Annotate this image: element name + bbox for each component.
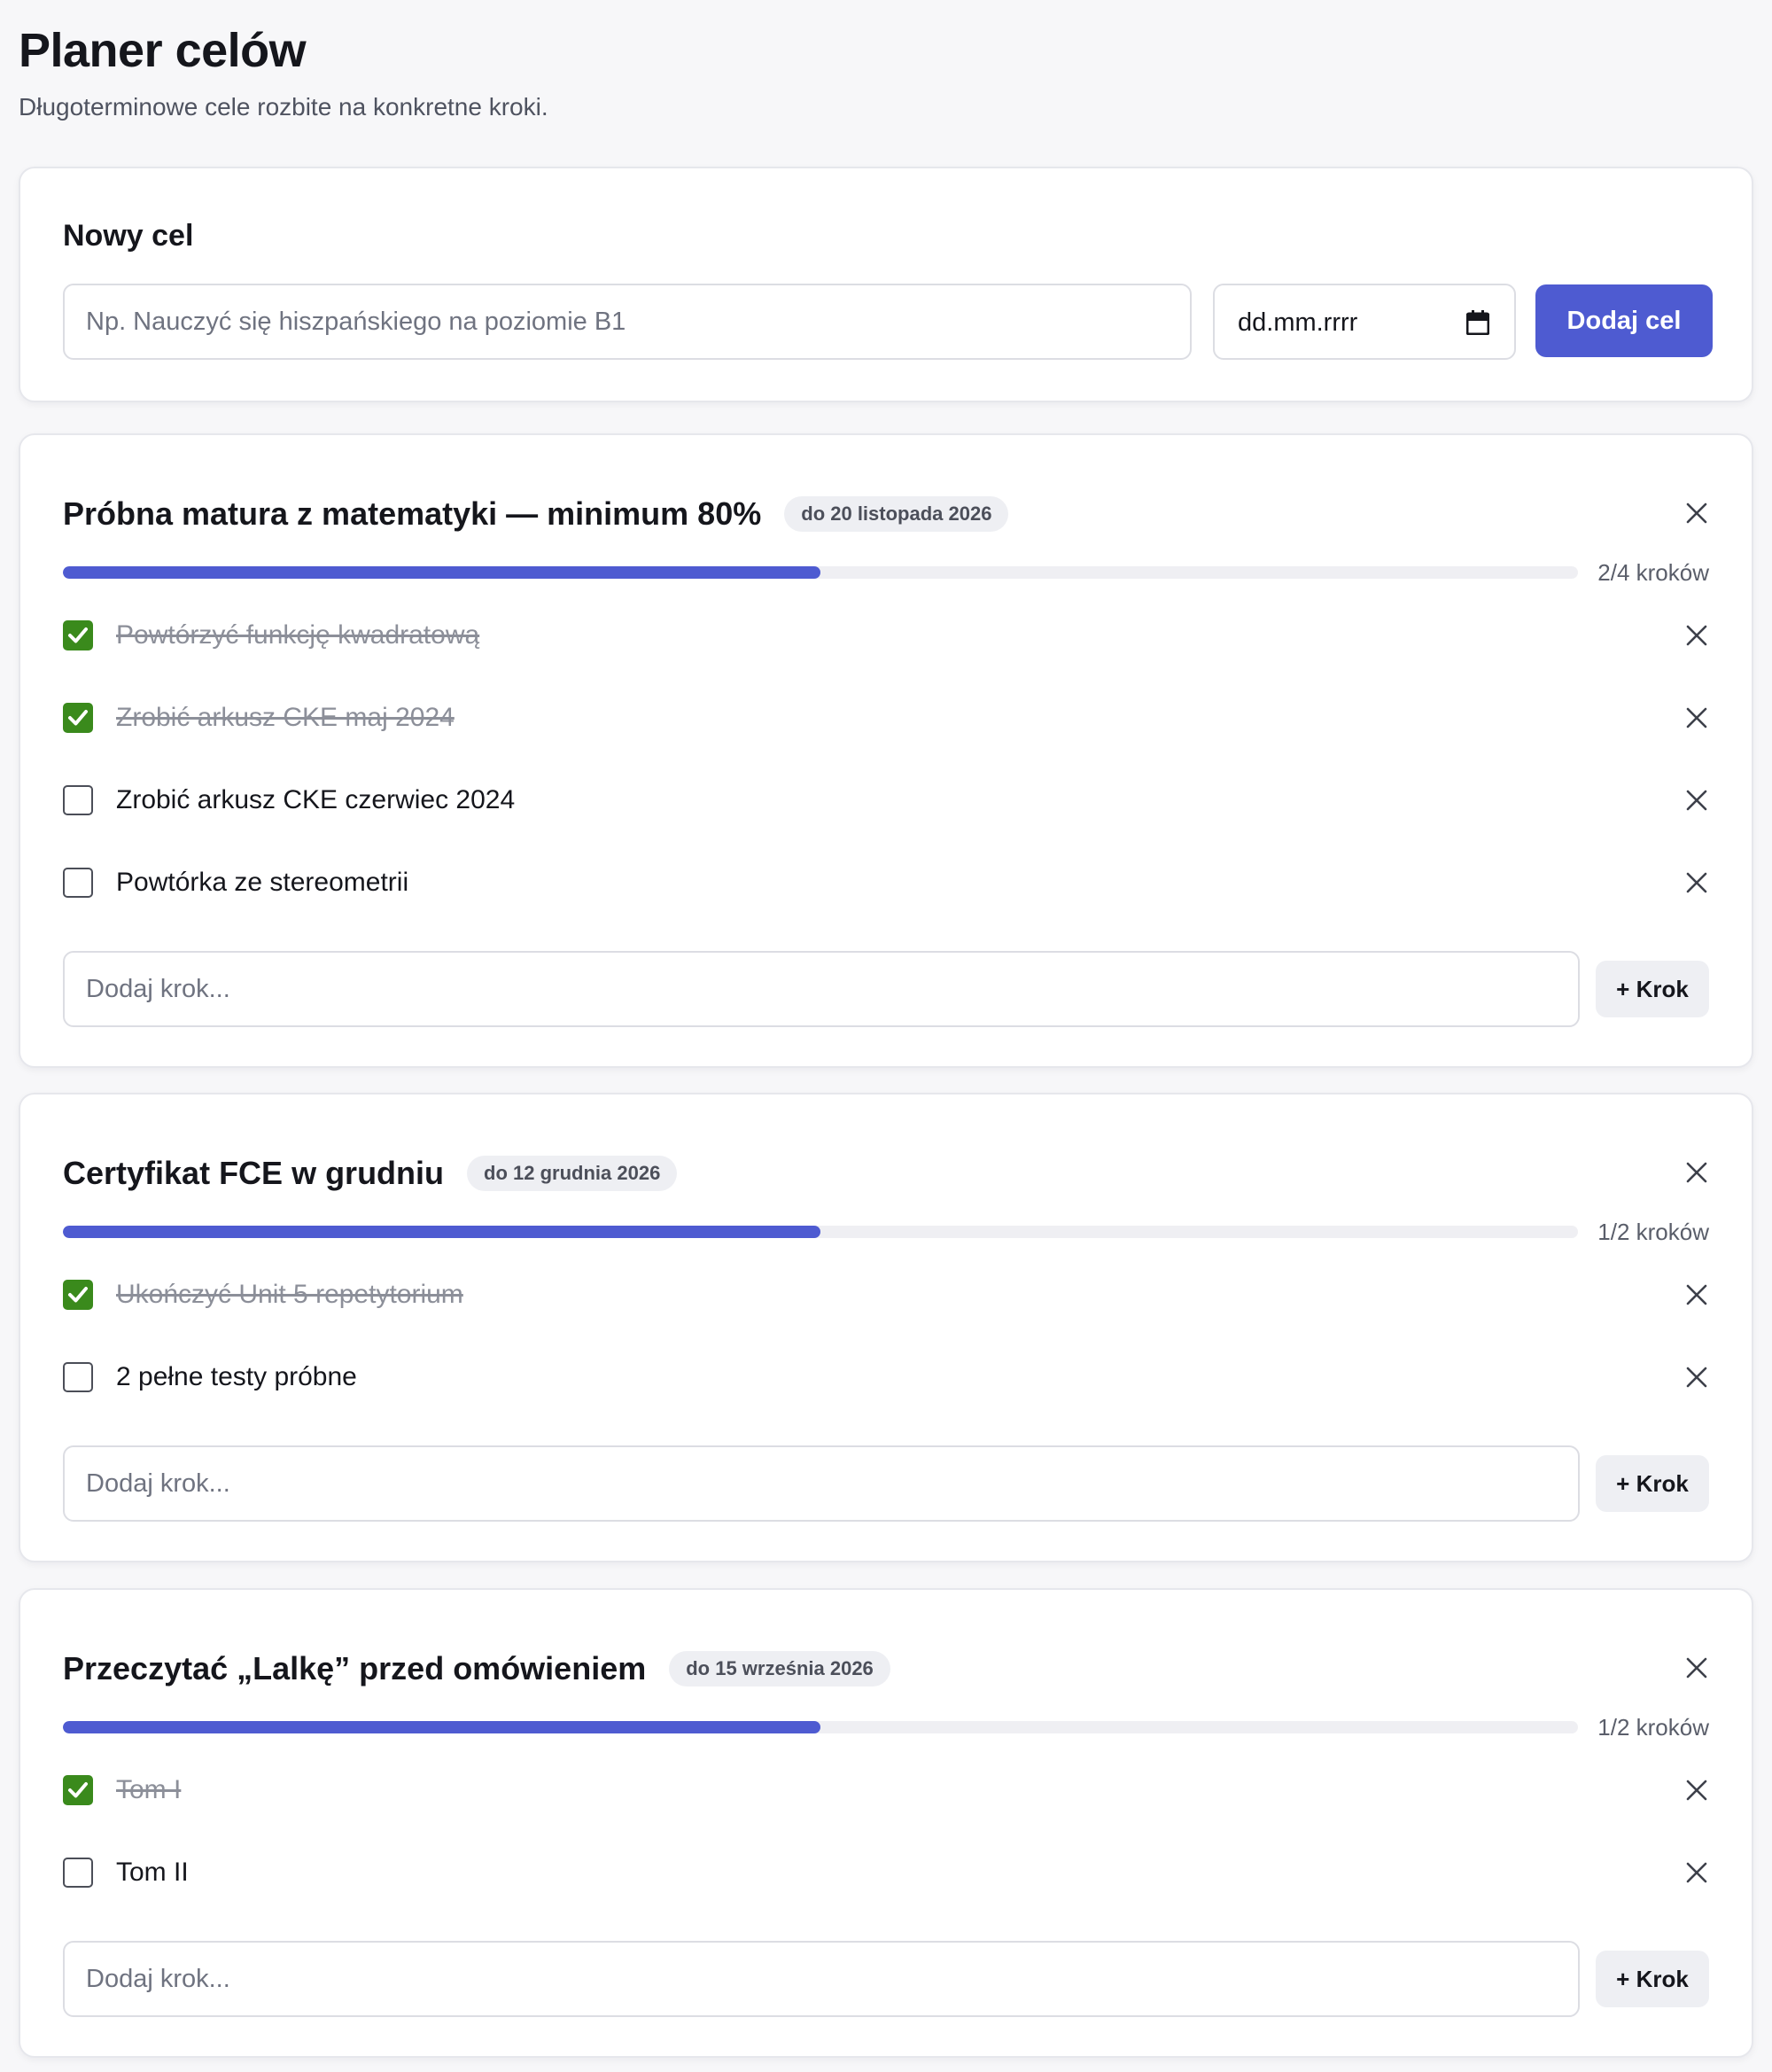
goal-header: Certyfikat FCE w grudniu do 12 grudnia 20…: [63, 1151, 1709, 1196]
step-checkbox[interactable]: [63, 785, 93, 815]
calendar-icon[interactable]: [1466, 310, 1489, 335]
add-step-input[interactable]: [63, 1941, 1580, 2017]
step-label: 2 pełne testy próbne: [116, 1362, 357, 1391]
deadline-date-input[interactable]: dd.mm.rrrr: [1213, 284, 1516, 360]
step-label: Tom I: [116, 1775, 182, 1804]
goal-planner-page: Planer celów Długoterminowe cele rozbite…: [0, 0, 1772, 122]
step-item: Powtórzyć funkcję kwadratową: [63, 616, 1709, 655]
step-checkbox[interactable]: [63, 1280, 93, 1310]
step-label: Powtórzyć funkcję kwadratową: [116, 620, 480, 650]
goal-card: Próbna matura z matematyki — minimum 80%…: [19, 433, 1753, 1068]
progress-label: 2/4 kroków: [1597, 559, 1709, 586]
delete-step-close-icon[interactable]: [1684, 623, 1709, 648]
delete-step-close-icon[interactable]: [1684, 788, 1709, 813]
progress-label: 1/2 kroków: [1597, 1714, 1709, 1741]
add-step-button[interactable]: + Krok: [1596, 1455, 1709, 1512]
step-item: Zrobić arkusz CKE maj 2024: [63, 698, 1709, 737]
new-goal-card: Nowy cel dd.mm.rrrr Dodaj cel: [19, 167, 1753, 402]
date-placeholder: dd.mm.rrrr: [1238, 308, 1358, 337]
step-checkbox[interactable]: [63, 868, 93, 898]
goal-card: Certyfikat FCE w grudniu do 12 grudnia 20…: [19, 1093, 1753, 1562]
step-label: Zrobić arkusz CKE czerwiec 2024: [116, 785, 516, 814]
step-item: Ukończyć Unit 5 repetytorium: [63, 1275, 1709, 1314]
goal-header: Przeczytać „Lalkę” przed omówieniem do 15…: [63, 1647, 1709, 1691]
progress-fill: [63, 1226, 820, 1238]
progress-bar: [63, 1226, 1578, 1238]
step-checkbox[interactable]: [63, 703, 93, 733]
progress-bar: [63, 566, 1578, 579]
progress-label: 1/2 kroków: [1597, 1219, 1709, 1245]
goal-header: Próbna matura z matematyki — minimum 80%…: [63, 492, 1709, 536]
add-step-input[interactable]: [63, 951, 1580, 1027]
step-item: Zrobić arkusz CKE czerwiec 2024: [63, 781, 1709, 820]
step-checkbox[interactable]: [63, 1775, 93, 1805]
step-label: Tom II: [116, 1858, 189, 1887]
delete-step-close-icon[interactable]: [1684, 1282, 1709, 1307]
delete-goal-close-icon[interactable]: [1684, 1160, 1709, 1185]
page-subtitle: Długoterminowe cele rozbite na konkretne…: [19, 93, 548, 121]
goal-title: Próbna matura z matematyki — minimum 80%: [63, 495, 762, 532]
goal-title: Przeczytać „Lalkę” przed omówieniem: [63, 1650, 647, 1686]
step-item: Powtórka ze stereometrii: [63, 863, 1709, 902]
delete-goal-close-icon[interactable]: [1684, 1655, 1709, 1680]
add-goal-button[interactable]: Dodaj cel: [1535, 284, 1713, 357]
step-checkbox[interactable]: [63, 1362, 93, 1392]
delete-step-close-icon[interactable]: [1684, 705, 1709, 730]
page-title: Planer celów: [19, 24, 307, 77]
delete-step-close-icon[interactable]: [1684, 1778, 1709, 1803]
progress-bar: [63, 1721, 1578, 1733]
delete-step-close-icon[interactable]: [1684, 1365, 1709, 1390]
step-item: Tom I: [63, 1771, 1709, 1810]
delete-step-close-icon[interactable]: [1684, 1860, 1709, 1885]
add-step-input[interactable]: [63, 1445, 1580, 1522]
step-label: Zrobić arkusz CKE maj 2024: [116, 703, 455, 732]
progress-fill: [63, 1721, 820, 1733]
new-goal-title: Nowy cel: [63, 219, 194, 253]
deadline-badge: do 12 grudnia 2026: [467, 1156, 678, 1191]
step-item: 2 pełne testy próbne: [63, 1358, 1709, 1397]
goal-name-input[interactable]: [63, 284, 1192, 360]
delete-step-close-icon[interactable]: [1684, 870, 1709, 895]
add-step-button[interactable]: + Krok: [1596, 1951, 1709, 2007]
add-step-button[interactable]: + Krok: [1596, 961, 1709, 1017]
goal-card: Przeczytać „Lalkę” przed omówieniem do 15…: [19, 1588, 1753, 2058]
step-checkbox[interactable]: [63, 620, 93, 650]
deadline-badge: do 15 września 2026: [669, 1651, 890, 1686]
progress-fill: [63, 566, 820, 579]
step-checkbox[interactable]: [63, 1858, 93, 1888]
deadline-badge: do 20 listopada 2026: [784, 496, 1009, 532]
goal-title: Certyfikat FCE w grudniu: [63, 1155, 445, 1191]
step-label: Powtórka ze stereometrii: [116, 868, 409, 897]
step-label: Ukończyć Unit 5 repetytorium: [116, 1280, 463, 1309]
step-item: Tom II: [63, 1853, 1709, 1892]
delete-goal-close-icon[interactable]: [1684, 501, 1709, 526]
